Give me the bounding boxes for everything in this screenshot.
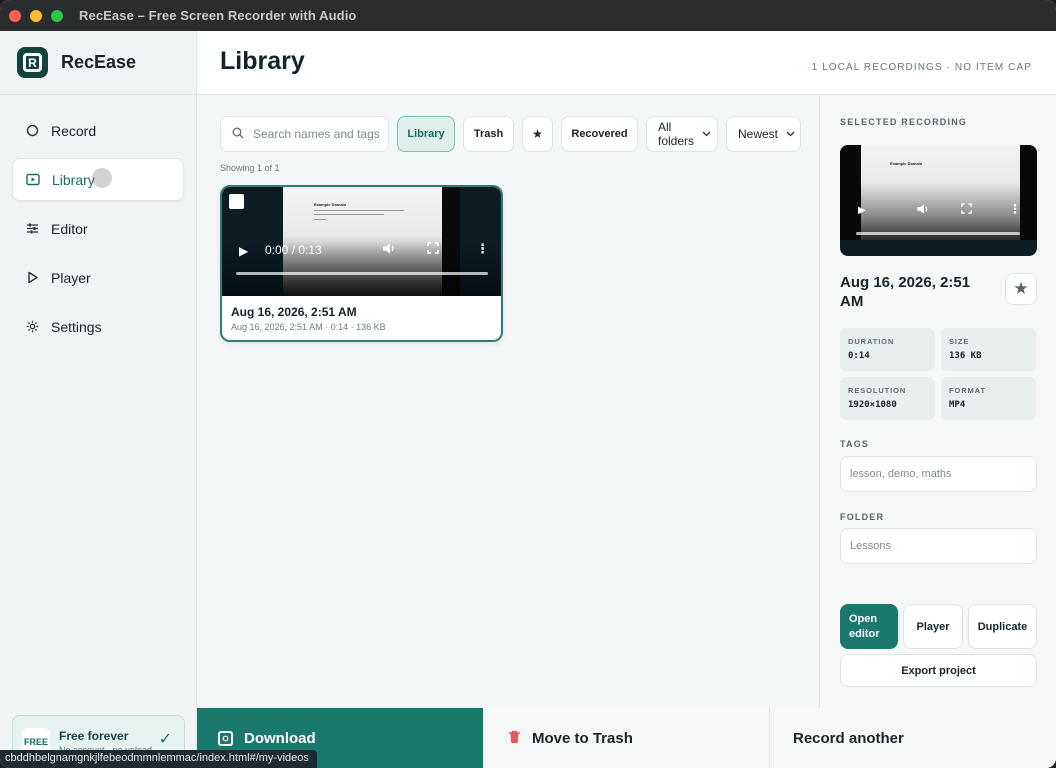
brand: R RecEase — [0, 31, 196, 95]
export-project-button[interactable]: Export project — [840, 654, 1037, 687]
move-to-trash-label: Move to Trash — [532, 729, 633, 747]
bottom-action-bar: Download Move to Trash Record another — [197, 708, 1056, 768]
sidebar-nav: Record Library Editor Player Settings — [0, 95, 196, 348]
brand-logo-icon: R — [17, 47, 48, 78]
sidebar-item-label: Player — [51, 269, 91, 286]
chevron-down-icon — [702, 129, 711, 140]
filter-library-chip[interactable]: Library — [397, 116, 455, 152]
sidebar-item-label: Editor — [51, 220, 88, 237]
sidebar-item-record[interactable]: Record — [12, 109, 184, 152]
play-icon — [25, 271, 39, 285]
video-progress-bar[interactable] — [236, 272, 488, 275]
status-url-bar: cbddhbelgnamgnkjlfebeodmmnlemmac/index.h… — [0, 750, 317, 768]
select-checkbox[interactable] — [229, 194, 244, 209]
search-icon — [232, 127, 244, 142]
trash-icon — [508, 730, 521, 747]
mouse-cursor — [92, 168, 112, 188]
more-options-icon[interactable]: ⋮ — [476, 241, 489, 257]
preview-progress-bar[interactable] — [856, 232, 1020, 235]
sidebar-item-player[interactable]: Player — [12, 256, 184, 299]
preview-player[interactable]: Example Domain ▶ ⋮ — [840, 145, 1037, 256]
sort-select-value: Newest — [738, 127, 779, 141]
page-header: Library 1 LOCAL RECORDINGS · NO ITEM CAP — [197, 31, 1056, 95]
fullscreen-icon[interactable] — [427, 242, 439, 257]
folder-select-value: All folders — [658, 120, 695, 148]
stat-format: FORMAT MP4 — [941, 377, 1036, 420]
library-toolbar: Library Trash ★ Recovered All folders Ne… — [220, 116, 801, 152]
tags-label: TAGS — [840, 439, 870, 449]
gear-icon — [25, 320, 39, 334]
download-label: Download — [244, 729, 316, 747]
filter-starred-chip[interactable]: ★ — [522, 116, 553, 152]
selected-recording-panel: SELECTED RECORDING Example Domain ▶ ⋮ Au… — [819, 96, 1056, 708]
zoom-window-button[interactable] — [51, 9, 63, 22]
folder-select[interactable]: All folders — [646, 116, 718, 152]
selected-recording-title: Aug 16, 2026, 2:51 AM — [840, 274, 971, 310]
star-icon: ★ — [1013, 279, 1029, 298]
page-title: Library — [220, 47, 305, 75]
recording-meta: Aug 16, 2026, 2:51 AM · 0:14 · 136 KB — [231, 322, 386, 332]
folder-input[interactable] — [840, 528, 1037, 564]
sidebar-item-label: Settings — [51, 318, 102, 335]
sidebar-item-label: Record — [51, 122, 97, 139]
record-another-label: Record another — [793, 729, 904, 747]
free-card-title: Free forever — [59, 728, 129, 743]
traffic-lights — [9, 9, 63, 22]
library-main: Library Trash ★ Recovered All folders Ne… — [197, 96, 819, 708]
results-count: Showing 1 of 1 — [220, 163, 280, 173]
duplicate-button[interactable]: Duplicate — [968, 604, 1037, 649]
record-another-button[interactable]: Record another — [769, 708, 1056, 768]
sidebar-item-label: Library — [52, 171, 95, 188]
play-icon[interactable]: ▶ — [239, 244, 248, 258]
sliders-icon — [25, 222, 39, 236]
player-button[interactable]: Player — [903, 604, 963, 649]
title-bar: RecEase – Free Screen Recorder with Audi… — [0, 0, 1056, 31]
fullscreen-icon[interactable] — [961, 203, 972, 217]
sort-select[interactable]: Newest — [726, 116, 801, 152]
recordings-count-meta: 1 LOCAL RECORDINGS · NO ITEM CAP — [811, 62, 1032, 73]
sidebar-item-editor[interactable]: Editor — [12, 207, 184, 250]
filter-trash-chip[interactable]: Trash — [463, 116, 514, 152]
circle-icon — [25, 124, 39, 138]
video-player[interactable]: Example Domain ▶ 0:00 / 0:13 ⋮ — [222, 187, 501, 296]
app-window: RecEase – Free Screen Recorder with Audi… — [0, 0, 1056, 768]
recording-title: Aug 16, 2026, 2:51 AM — [231, 305, 357, 319]
tags-input[interactable] — [840, 456, 1037, 492]
selected-recording-label: SELECTED RECORDING — [840, 117, 968, 127]
check-icon: ✓ — [158, 731, 172, 748]
filter-recovered-chip[interactable]: Recovered — [561, 116, 638, 152]
volume-icon[interactable] — [916, 203, 930, 218]
sidebar-item-settings[interactable]: Settings — [12, 305, 184, 348]
close-window-button[interactable] — [9, 9, 21, 22]
play-icon[interactable]: ▶ — [858, 205, 866, 216]
volume-icon[interactable] — [382, 242, 396, 258]
download-icon — [218, 730, 233, 746]
brand-name: RecEase — [61, 52, 137, 72]
library-icon — [26, 173, 40, 187]
minimize-window-button[interactable] — [30, 9, 42, 22]
preview-frame: Example Domain — [861, 145, 1020, 240]
star-button[interactable]: ★ — [1005, 273, 1037, 305]
stat-duration: DURATION 0:14 — [840, 328, 935, 371]
player-time: 0:00 / 0:13 — [265, 243, 322, 257]
move-to-trash-button[interactable]: Move to Trash — [483, 708, 769, 768]
recording-card[interactable]: Example Domain ▶ 0:00 / 0:13 ⋮ Aug 16, 2… — [220, 185, 503, 342]
more-options-icon[interactable]: ⋮ — [1009, 202, 1021, 216]
chevron-down-icon — [786, 129, 795, 140]
open-editor-button[interactable]: Open editor — [840, 604, 898, 649]
stat-size: SIZE 136 KB — [941, 328, 1036, 371]
search-input[interactable] — [253, 127, 383, 141]
sidebar: R RecEase Record Library Editor Player S… — [0, 31, 197, 768]
search-box[interactable] — [220, 116, 389, 152]
folder-label: FOLDER — [840, 512, 885, 522]
stat-resolution: RESOLUTION 1920×1080 — [840, 377, 935, 420]
window-title: RecEase – Free Screen Recorder with Audi… — [79, 8, 357, 23]
